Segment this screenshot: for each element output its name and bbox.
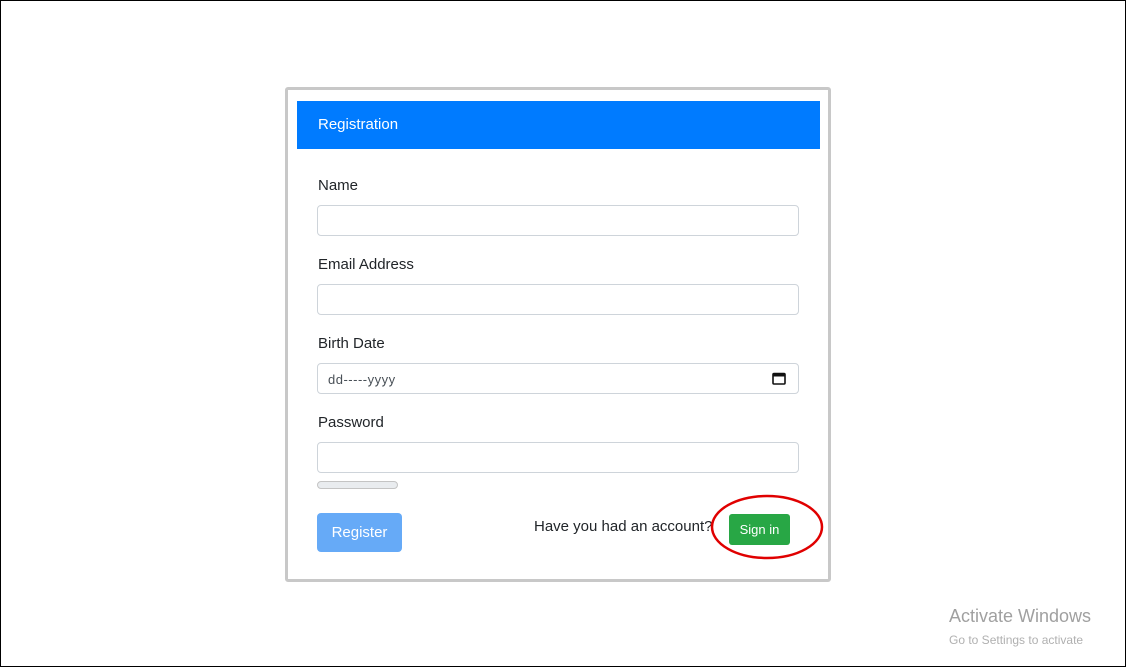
password-strength-bar — [317, 481, 398, 489]
activate-windows-subtitle: Go to Settings to activate — [949, 633, 1084, 647]
registration-card: Registration Name Email Address Birth Da… — [285, 87, 831, 582]
password-input[interactable] — [317, 442, 799, 473]
activate-windows-title: Activate Windows — [949, 606, 1092, 626]
email-label: Email Address — [318, 256, 414, 273]
name-input[interactable] — [317, 205, 799, 236]
email-input[interactable] — [317, 284, 799, 315]
password-label: Password — [318, 414, 384, 431]
name-label: Name — [318, 177, 359, 194]
birth-date-placeholder: dd-----yyyy — [328, 372, 396, 387]
page-frame: Registration Name Email Address Birth Da… — [0, 0, 1126, 667]
calendar-icon[interactable] — [772, 372, 786, 385]
birth-date-input[interactable]: dd-----yyyy — [317, 363, 799, 394]
register-button[interactable]: Register — [317, 513, 402, 552]
birth-date-label: Birth Date — [318, 335, 385, 352]
sign-in-button[interactable]: Sign in — [729, 514, 790, 545]
account-prompt: Have you had an account? — [534, 518, 713, 535]
card-header-title: Registration — [297, 101, 820, 149]
